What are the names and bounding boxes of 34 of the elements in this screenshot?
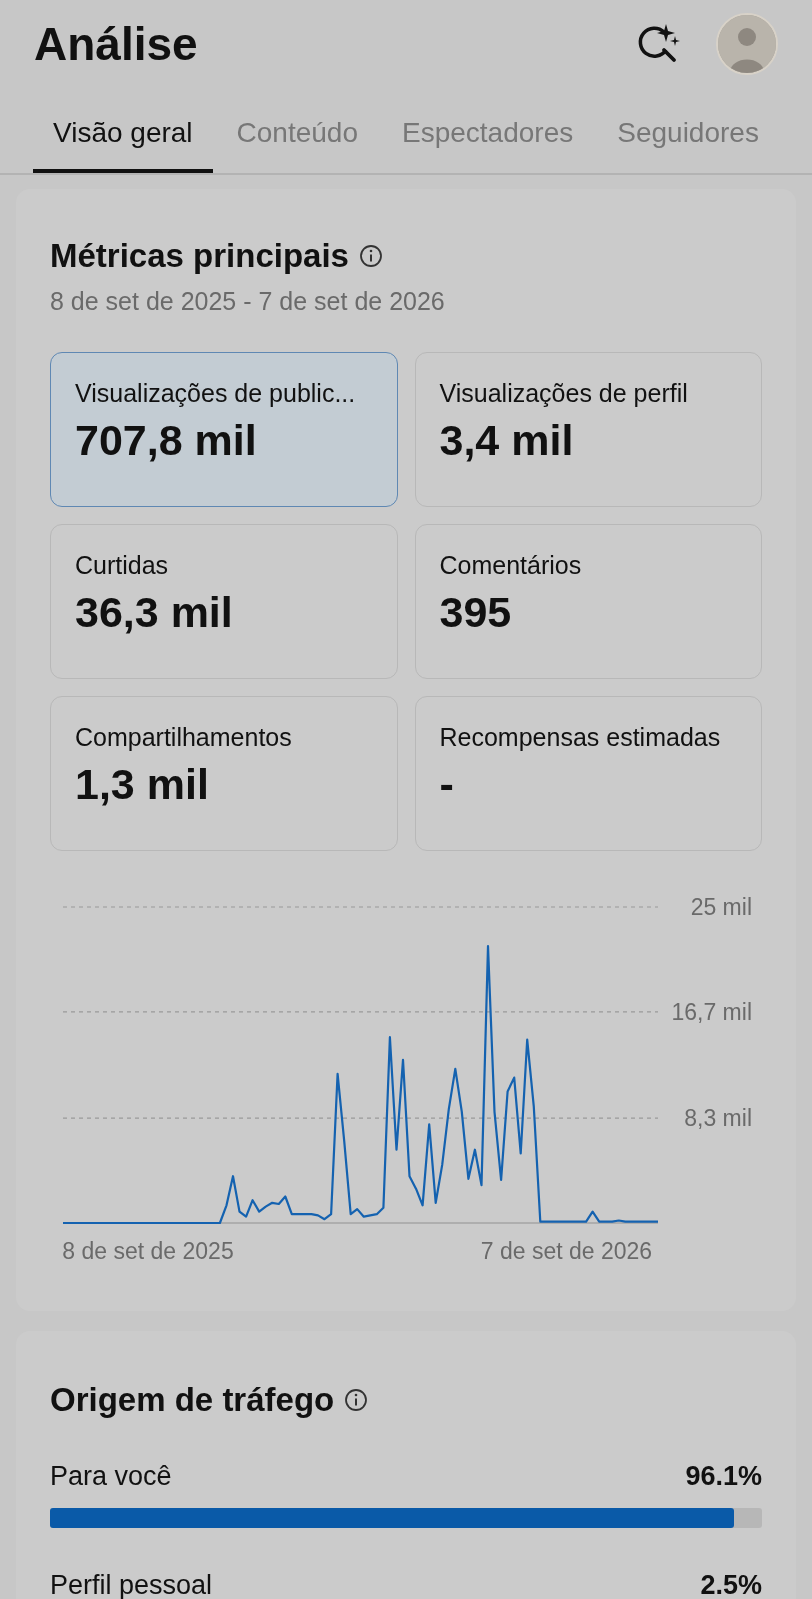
tab[interactable]: Visão geral [33, 107, 213, 173]
axis-date-label: 8 de set de 2025 [62, 1238, 234, 1264]
metric-label: Visualizações de public... [75, 379, 357, 408]
metric-tile[interactable]: Comentários 395 [414, 524, 762, 679]
metric-tile[interactable]: Visualizações de public... 707,8 mil [50, 352, 398, 507]
metric-tile[interactable]: Compartilhamentos 1,3 mil [50, 696, 398, 851]
axis-tick-label: 8,3 mil [684, 1105, 752, 1132]
metric-label: Visualizações de perfil [439, 379, 689, 408]
section-title: Métricas principais [50, 237, 349, 275]
metric-label: Curtidas [75, 551, 170, 580]
axis-date-label: 7 de set de 2026 [480, 1238, 653, 1264]
metric-value: 707,8 mil [75, 416, 258, 465]
metric-tile[interactable]: Recompensas estimadas - [414, 696, 762, 851]
traffic-percentage: 96.1% [685, 1461, 762, 1492]
traffic-percentage: 2.5% [700, 1570, 762, 1599]
traffic-source-label: Para você [50, 1461, 172, 1492]
page-title: Análise [34, 17, 199, 71]
axis-tick-label: 25 mil [690, 894, 752, 920]
axis-tick-label: 16,7 mil [671, 998, 752, 1025]
metric-value: 36,3 mil [75, 588, 234, 637]
info-icon[interactable] [344, 1388, 369, 1412]
metric-label: Comentários [439, 551, 583, 580]
metric-value: - [439, 760, 455, 809]
metric-tile[interactable]: Curtidas 36,3 mil [50, 524, 398, 679]
metric-tile[interactable]: Visualizações de perfil 3,4 mil [414, 352, 762, 507]
traffic-source-label: Perfil pessoal [50, 1570, 213, 1599]
metric-value: 3,4 mil [439, 416, 575, 465]
info-icon[interactable] [358, 244, 383, 268]
date-range: 8 de set de 2025 - 7 de set de 2026 [50, 287, 446, 316]
metric-label: Compartilhamentos [75, 723, 293, 752]
metric-value: 395 [439, 588, 513, 637]
metric-value: 1,3 mil [75, 760, 210, 809]
section-title: Origem de tráfego [50, 1381, 335, 1419]
metric-label: Recompensas estimadas [439, 723, 722, 752]
